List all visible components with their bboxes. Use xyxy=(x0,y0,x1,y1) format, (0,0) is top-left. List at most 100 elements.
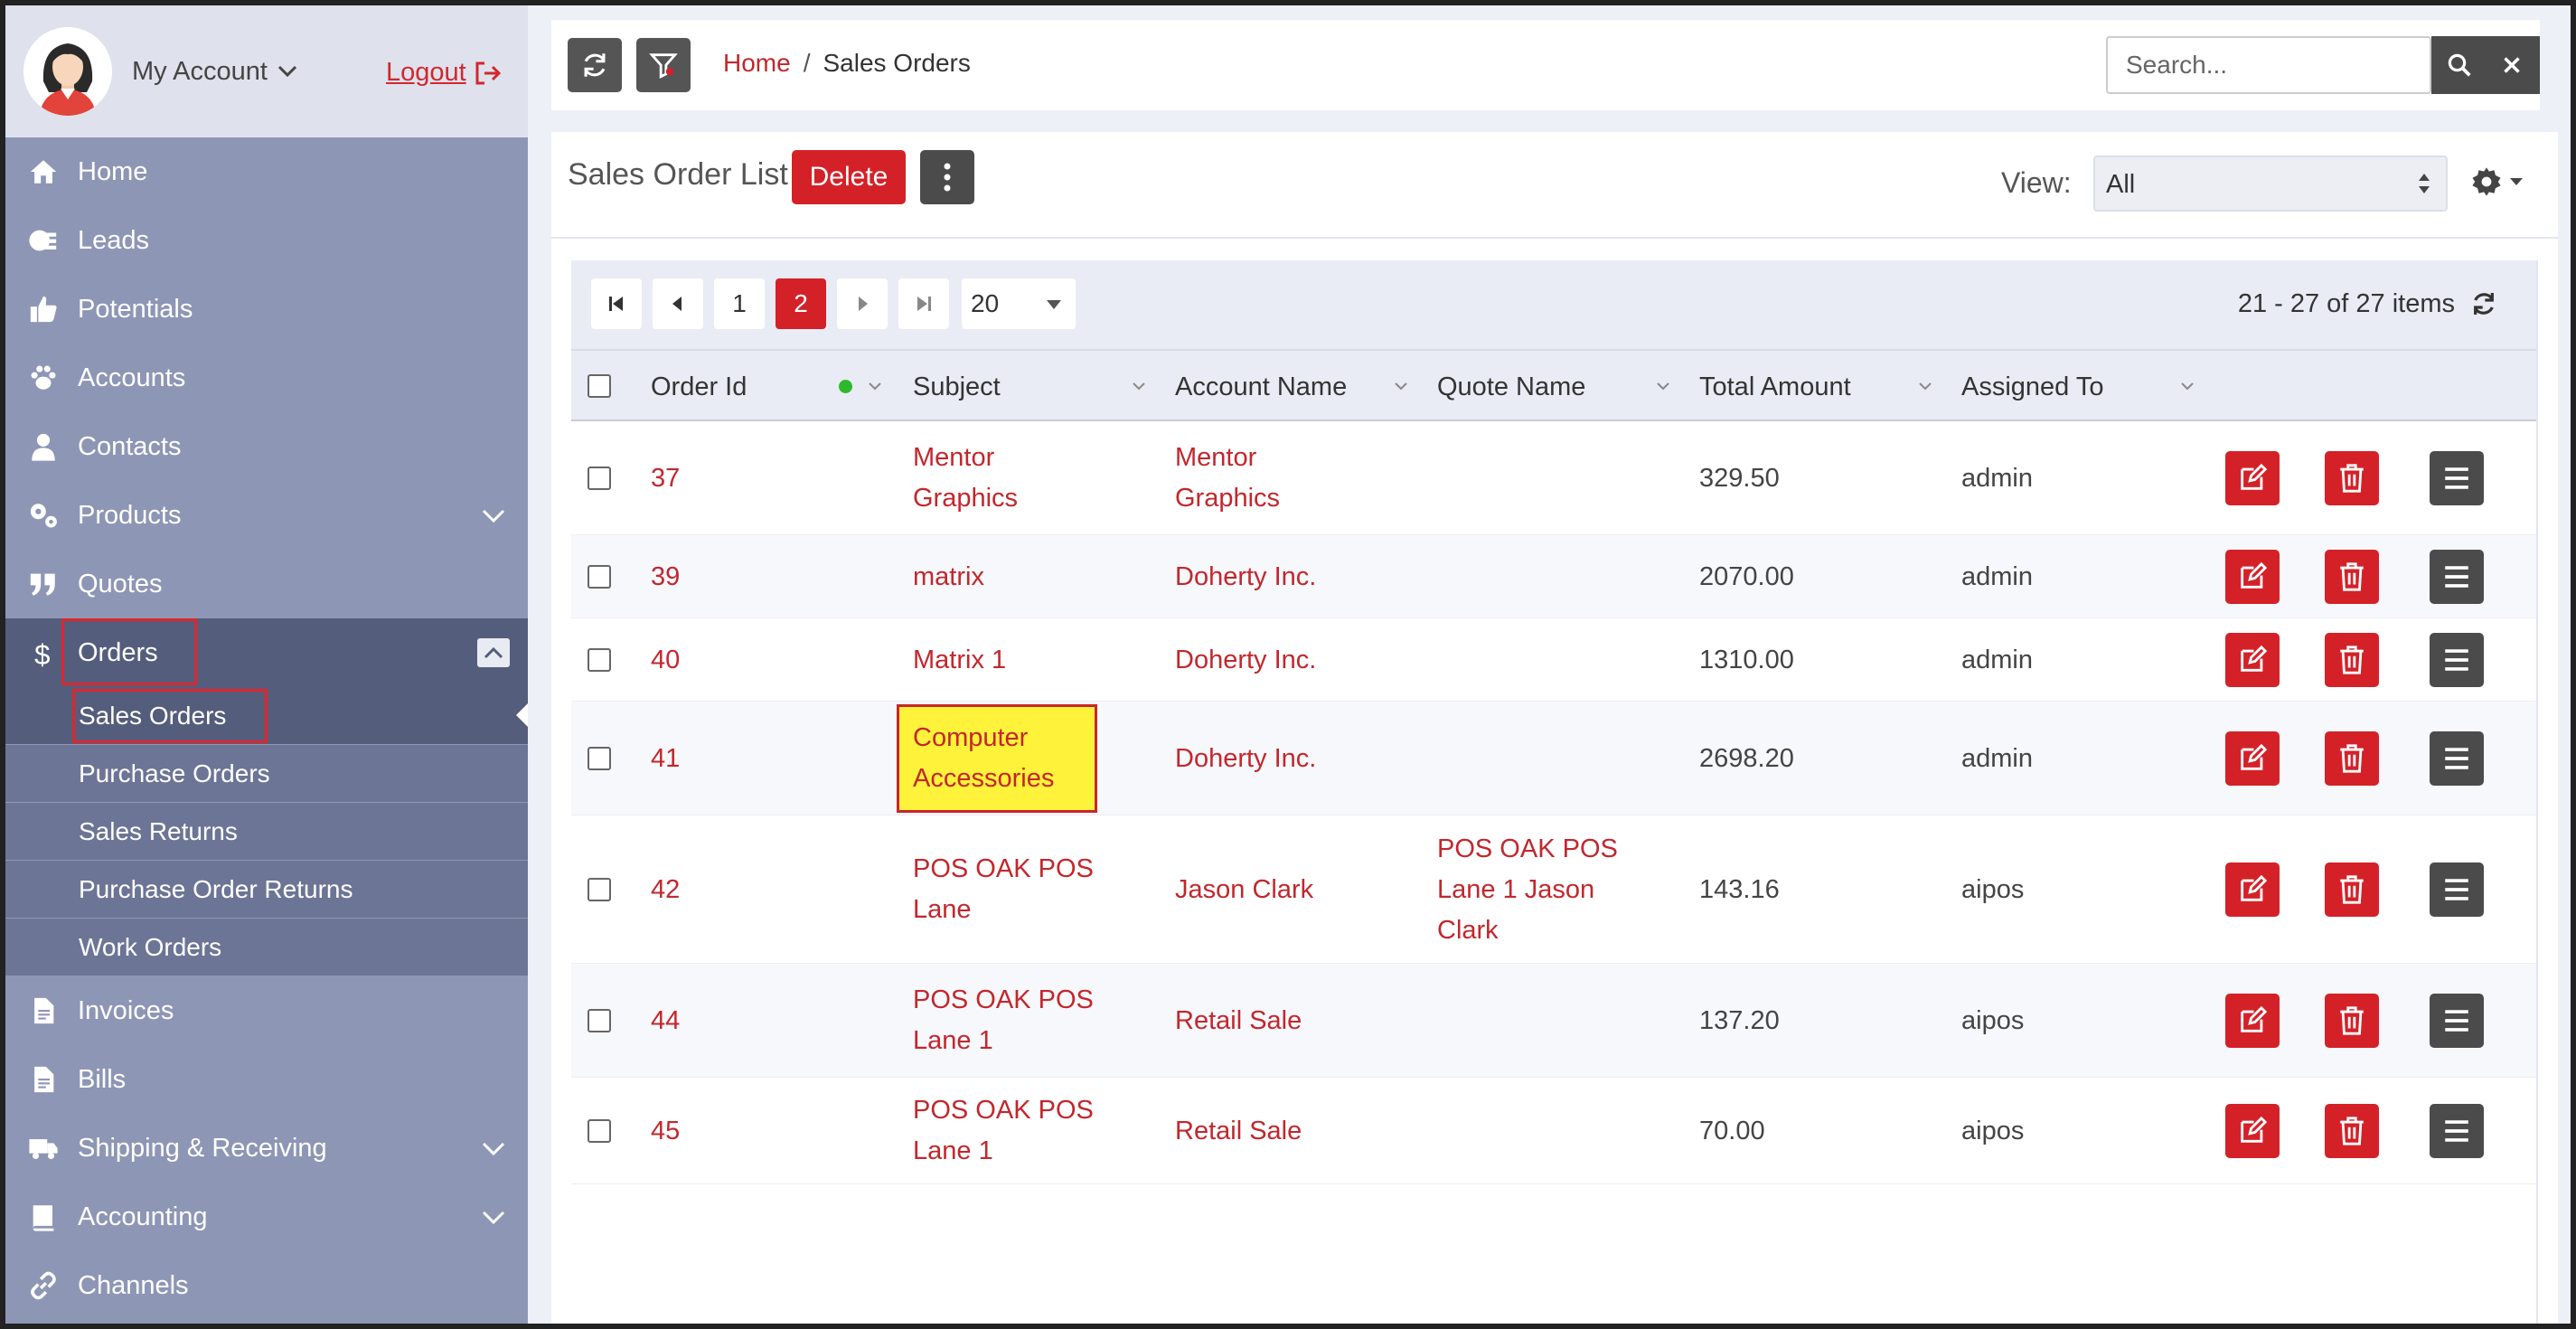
nav-invoices[interactable]: Invoices xyxy=(5,976,528,1045)
col-quote-name[interactable]: Quote Name xyxy=(1437,372,1585,402)
subject-link[interactable]: Mentor Graphics xyxy=(913,438,1018,519)
account-link[interactable]: Doherty Inc. xyxy=(1175,557,1316,598)
row-menu-button[interactable] xyxy=(2430,550,2484,604)
nav-purchase-orders[interactable]: Purchase Orders xyxy=(5,745,528,803)
filter-button[interactable] xyxy=(636,38,691,92)
row-menu-button[interactable] xyxy=(2430,731,2484,786)
page-1-button[interactable]: 1 xyxy=(714,278,765,329)
chevron-down-icon[interactable] xyxy=(868,382,882,391)
account-link[interactable]: Mentor Graphics xyxy=(1175,438,1280,519)
breadcrumb-home-link[interactable]: Home xyxy=(723,49,791,78)
nav-potentials[interactable]: Potentials xyxy=(5,275,528,344)
view-select[interactable]: All xyxy=(2093,156,2448,212)
edit-button[interactable] xyxy=(2225,731,2280,786)
quote-link[interactable]: POS OAK POS Lane 1 Jason Clark xyxy=(1437,829,1618,951)
chevron-up-icon[interactable] xyxy=(477,638,510,667)
col-subject[interactable]: Subject xyxy=(913,372,1001,402)
row-menu-button[interactable] xyxy=(2430,1104,2484,1158)
subject-link[interactable]: Computer Accessories xyxy=(913,718,1054,799)
delete-row-button[interactable] xyxy=(2325,550,2379,604)
search-input[interactable] xyxy=(2106,36,2431,94)
row-checkbox[interactable] xyxy=(588,878,611,901)
order-id-link[interactable]: 42 xyxy=(651,870,680,910)
order-id-link[interactable]: 41 xyxy=(651,739,680,779)
row-checkbox[interactable] xyxy=(588,1119,611,1143)
nav-contacts[interactable]: Contacts xyxy=(5,412,528,481)
nav-purchase-order-returns[interactable]: Purchase Order Returns xyxy=(5,861,528,919)
search-button[interactable] xyxy=(2431,36,2487,94)
col-total-amount[interactable]: Total Amount xyxy=(1699,372,1851,402)
delete-row-button[interactable] xyxy=(2325,994,2379,1048)
delete-row-button[interactable] xyxy=(2325,451,2379,505)
row-checkbox[interactable] xyxy=(588,648,611,672)
order-id-link[interactable]: 40 xyxy=(651,640,680,681)
next-page-button[interactable] xyxy=(837,278,888,329)
delete-row-button[interactable] xyxy=(2325,1104,2379,1158)
nav-leads[interactable]: Leads xyxy=(5,206,528,275)
logout-link[interactable]: Logout xyxy=(386,58,503,88)
edit-button[interactable] xyxy=(2225,633,2280,687)
row-checkbox[interactable] xyxy=(588,467,611,490)
nav-products[interactable]: Products xyxy=(5,481,528,550)
nav-work-orders[interactable]: Work Orders xyxy=(5,919,528,976)
my-account-menu[interactable]: My Account xyxy=(132,57,298,87)
settings-menu[interactable] xyxy=(2471,166,2524,197)
nav-shipping-receiving[interactable]: Shipping & Receiving xyxy=(5,1114,528,1183)
edit-button[interactable] xyxy=(2225,451,2280,505)
delete-row-button[interactable] xyxy=(2325,633,2379,687)
nav-accounting[interactable]: Accounting xyxy=(5,1183,528,1251)
row-menu-button[interactable] xyxy=(2430,633,2484,687)
account-link[interactable]: Jason Clark xyxy=(1175,870,1313,910)
order-id-link[interactable]: 37 xyxy=(651,458,680,499)
chevron-down-icon[interactable] xyxy=(1132,382,1146,391)
order-id-link[interactable]: 44 xyxy=(651,1001,680,1042)
nav-quotes[interactable]: Quotes xyxy=(5,550,528,618)
chevron-down-icon[interactable] xyxy=(1918,382,1932,391)
edit-button[interactable] xyxy=(2225,1104,2280,1158)
col-account-name[interactable]: Account Name xyxy=(1175,372,1347,402)
chevron-down-icon[interactable] xyxy=(1394,382,1408,391)
nav-bills[interactable]: Bills xyxy=(5,1045,528,1114)
nav-orders[interactable]: $ Orders xyxy=(5,618,528,687)
order-id-link[interactable]: 39 xyxy=(651,557,680,598)
nav-home[interactable]: Home xyxy=(5,137,528,206)
account-link[interactable]: Doherty Inc. xyxy=(1175,640,1316,681)
last-page-button[interactable] xyxy=(898,278,949,329)
row-menu-button[interactable] xyxy=(2430,994,2484,1048)
edit-button[interactable] xyxy=(2225,550,2280,604)
nav-accounts[interactable]: Accounts xyxy=(5,344,528,412)
nav-sales-orders[interactable]: Sales Orders xyxy=(5,687,528,745)
subject-link[interactable]: POS OAK POS Lane 1 xyxy=(913,1090,1094,1172)
refresh-icon[interactable] xyxy=(2469,289,2498,318)
first-page-button[interactable] xyxy=(591,278,642,329)
avatar[interactable] xyxy=(24,27,112,116)
nav-sales-returns[interactable]: Sales Returns xyxy=(5,803,528,861)
order-id-link[interactable]: 45 xyxy=(651,1111,680,1152)
subject-link[interactable]: POS OAK POS Lane xyxy=(913,849,1094,930)
row-checkbox[interactable] xyxy=(588,747,611,770)
row-menu-button[interactable] xyxy=(2430,862,2484,917)
subject-link[interactable]: matrix xyxy=(913,557,984,598)
prev-page-button[interactable] xyxy=(653,278,703,329)
row-checkbox[interactable] xyxy=(588,1009,611,1032)
account-link[interactable]: Retail Sale xyxy=(1175,1111,1302,1152)
col-order-id[interactable]: Order Id xyxy=(651,372,747,402)
account-link[interactable]: Retail Sale xyxy=(1175,1001,1302,1042)
subject-link[interactable]: POS OAK POS Lane 1 xyxy=(913,980,1094,1061)
edit-button[interactable] xyxy=(2225,862,2280,917)
nav-channels[interactable]: Channels xyxy=(5,1251,528,1320)
more-actions-button[interactable] xyxy=(920,150,974,204)
delete-button[interactable]: Delete xyxy=(792,150,906,204)
page-2-button[interactable]: 2 xyxy=(776,278,826,329)
edit-button[interactable] xyxy=(2225,994,2280,1048)
select-all-checkbox[interactable] xyxy=(588,374,611,398)
chevron-down-icon[interactable] xyxy=(1656,382,1670,391)
clear-search-button[interactable] xyxy=(2484,36,2540,94)
chevron-down-icon[interactable] xyxy=(2180,382,2195,391)
row-menu-button[interactable] xyxy=(2430,451,2484,505)
subject-link[interactable]: Matrix 1 xyxy=(913,640,1006,681)
delete-row-button[interactable] xyxy=(2325,862,2379,917)
refresh-button[interactable] xyxy=(568,38,622,92)
delete-row-button[interactable] xyxy=(2325,731,2379,786)
col-assigned-to[interactable]: Assigned To xyxy=(1961,372,2103,402)
